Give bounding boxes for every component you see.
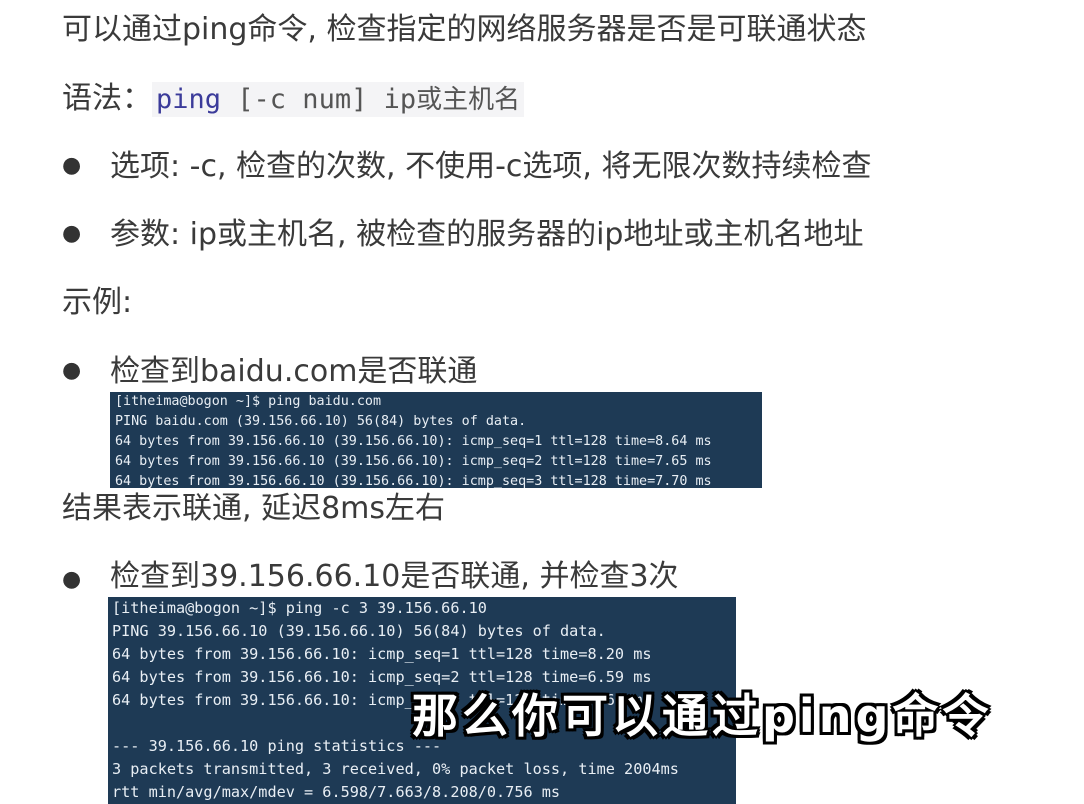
terminal-line: 3 packets transmitted, 3 received, 0% pa… <box>112 760 679 778</box>
terminal-line: [itheima@bogon ~]$ ping -c 3 39.156.66.1… <box>112 599 487 617</box>
option-text: 选项: -c, 检查的次数, 不使用-c选项, 将无限次数持续检查 <box>110 149 872 184</box>
example1-result: 结果表示联通, 延迟8ms左右 <box>62 491 446 526</box>
terminal-line: 64 bytes from 39.156.66.10: icmp_seq=1 t… <box>112 645 652 663</box>
terminal-line: rtt min/avg/max/mdev = 6.598/7.663/8.208… <box>112 783 561 801</box>
syntax-label: 语法： <box>62 81 152 116</box>
bullet-dot: ● <box>62 153 82 178</box>
terminal-output-1: [itheima@bogon ~]$ ping baidu.com PING ba… <box>110 392 762 488</box>
bullet-dot: ● <box>62 358 82 383</box>
terminal-line: PING 39.156.66.10 (39.156.66.10) 56(84) … <box>112 622 606 640</box>
bullet-dot: ● <box>62 221 82 246</box>
terminal-line: 64 bytes from 39.156.66.10 (39.156.66.10… <box>115 474 712 488</box>
syntax-code: ping [-c num] ip或主机名 <box>152 82 525 117</box>
terminal-line: [itheima@bogon ~]$ ping baidu.com <box>115 394 382 409</box>
syntax-tail: 或主机名 <box>416 85 521 115</box>
video-subtitle: 那么你可以通过ping命令 <box>412 689 993 743</box>
terminal-line: 64 bytes from 39.156.66.10 (39.156.66.10… <box>115 434 712 449</box>
bullet-dot: ● <box>62 567 82 592</box>
terminal-line: 64 bytes from 39.156.66.10 (39.156.66.10… <box>115 454 712 469</box>
syntax-args: [-c num] ip <box>221 84 417 115</box>
terminal-line: PING baidu.com (39.156.66.10) 56(84) byt… <box>115 414 527 429</box>
param-text: 参数: ip或主机名, 被检查的服务器的ip地址或主机名地址 <box>110 217 864 252</box>
example-label: 示例: <box>62 285 133 320</box>
intro-text: 可以通过ping命令, 检查指定的网络服务器是否是可联通状态 <box>62 12 867 47</box>
syntax-line: 语法： ping [-c num] ip或主机名 <box>62 79 525 120</box>
syntax-command: ping <box>156 84 222 115</box>
example2-title: 检查到39.156.66.10是否联通, 并检查3次 <box>110 559 679 594</box>
example1-title: 检查到baidu.com是否联通 <box>110 354 478 389</box>
